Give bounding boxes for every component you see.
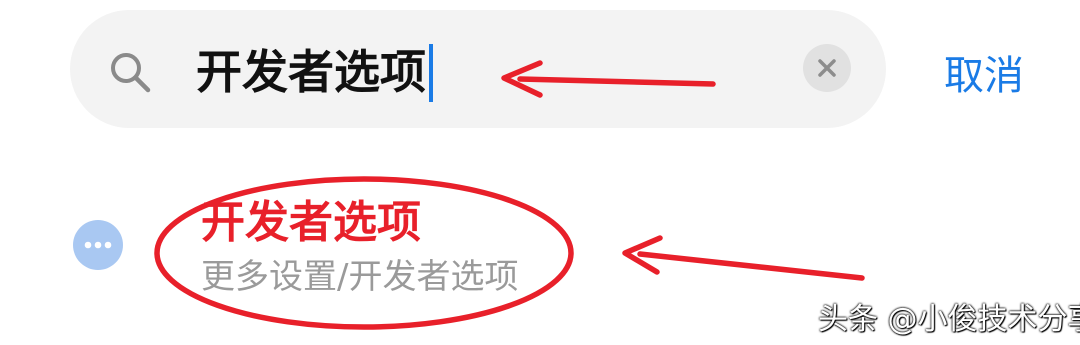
annotation-overlay bbox=[154, 60, 865, 330]
highlight-ellipse bbox=[154, 176, 574, 330]
arrow-to-search bbox=[501, 60, 716, 98]
arrow-to-result bbox=[622, 235, 865, 281]
watermark: 头条 @小俊技术分享 bbox=[818, 302, 1080, 337]
